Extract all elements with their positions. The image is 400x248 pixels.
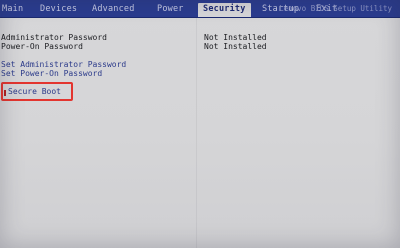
poweron-password-label: Power-On Password: [1, 42, 83, 51]
tab-advanced[interactable]: Advanced: [92, 3, 135, 15]
security-panel: Administrator Password Not Installed Pow…: [0, 18, 400, 248]
secure-boot-item[interactable]: Secure Boot: [1, 82, 73, 101]
tab-security[interactable]: Security: [198, 3, 251, 17]
bios-screen: Main Devices Advanced Power Security Sta…: [0, 0, 400, 248]
bios-brand: Lenovo BIOS Setup Utility: [279, 4, 392, 13]
tab-devices[interactable]: Devices: [40, 3, 77, 15]
column-divider: [196, 18, 197, 248]
menu-bar: Main Devices Advanced Power Security Sta…: [0, 0, 400, 18]
selection-marker: [4, 90, 6, 96]
secure-boot-label: Secure Boot: [8, 87, 61, 96]
poweron-password-status: Not Installed: [204, 42, 267, 51]
set-poweron-password-item[interactable]: Set Power-On Password: [1, 69, 102, 79]
tab-main[interactable]: Main: [2, 3, 23, 15]
tab-power[interactable]: Power: [157, 3, 184, 15]
